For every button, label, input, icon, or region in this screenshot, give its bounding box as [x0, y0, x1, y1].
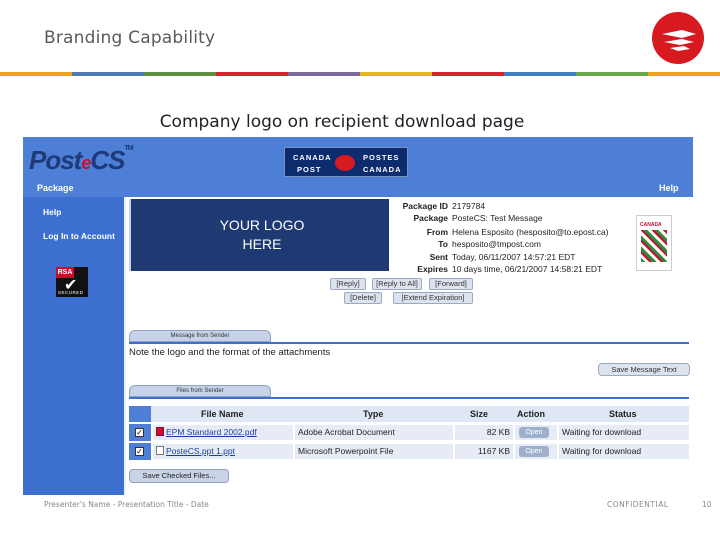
- open-button[interactable]: Open: [519, 446, 549, 457]
- stripe-segment: [504, 72, 576, 76]
- stripe-segment: [648, 72, 720, 76]
- stripe-segment: [288, 72, 360, 76]
- app-header: PosteCSTM CANADA POSTES POST CANADA: [23, 137, 693, 181]
- col-size: Size: [470, 409, 489, 419]
- col-file-name: File Name: [201, 409, 244, 419]
- extend-expiration-button[interactable]: [Extend Expiration]: [393, 292, 473, 304]
- file-link[interactable]: PosteCS.ppt 1.ppt: [166, 446, 235, 456]
- row-checkbox[interactable]: ✓: [129, 424, 151, 441]
- rsa-secured-badge: RSA ✔ SECURED: [56, 267, 88, 297]
- slide-caption: Company logo on recipient download page: [159, 112, 525, 132]
- canada-post-banner-logo: CANADA POSTES POST CANADA: [284, 147, 408, 177]
- stripe-segment: [360, 72, 432, 76]
- reply-all-button[interactable]: [Reply to All]: [372, 278, 422, 290]
- sidebar: Help Log In to Account RSA ✔ SECURED: [23, 197, 124, 495]
- table-row: ✓ PosteCS.ppt 1.ppt Microsoft Powerpoint…: [129, 443, 689, 460]
- file-type: Adobe Acrobat Document: [295, 425, 453, 440]
- slide-title: Branding Capability: [44, 28, 216, 48]
- package-name: Package PosteCS: Test Message: [413, 213, 543, 223]
- file-link[interactable]: EPM Standard 2002.pdf: [166, 427, 257, 437]
- message-text: Note the logo and the format of the atta…: [129, 347, 331, 358]
- page-number: 10: [702, 500, 712, 509]
- table-row: ✓ EPM Standard 2002.pdf Adobe Acrobat Do…: [129, 424, 689, 441]
- stripe-segment: [432, 72, 504, 76]
- eagle-icon: [335, 155, 355, 171]
- sidebar-item-help[interactable]: Help: [43, 207, 61, 217]
- eagle-icon: [662, 30, 696, 51]
- package-from: From Helena Esposito (hesposito@to.epost.…: [426, 227, 609, 237]
- pdf-icon: [156, 427, 164, 436]
- table-header: File Name Type Size Action Status: [129, 406, 689, 422]
- stripe-segment: [72, 72, 144, 76]
- package-sent: Sent Today, 06/11/2007 14:57:21 EDT: [429, 252, 576, 262]
- color-stripe: [0, 72, 720, 76]
- save-message-button[interactable]: Save Message Text: [598, 363, 690, 376]
- stripe-segment: [0, 72, 72, 76]
- row-checkbox[interactable]: ✓: [129, 443, 151, 460]
- canada-flag-badge: CANADA: [636, 215, 672, 271]
- tab-files-from-sender[interactable]: Files from Sender: [129, 385, 271, 397]
- sidebar-item-login[interactable]: Log In to Account: [43, 231, 115, 241]
- col-action: Action: [517, 409, 545, 419]
- footer-confidential: CONFIDENTIAL: [607, 500, 669, 509]
- tab-message-from-sender[interactable]: Message from Sender: [129, 330, 271, 342]
- reply-button[interactable]: [Reply]: [330, 278, 366, 290]
- file-size: 1167 KB: [455, 444, 513, 459]
- package-expires: Expires 10 days time, 06/21/2007 14:58:21…: [417, 264, 603, 274]
- stripe-segment: [144, 72, 216, 76]
- main-panel: YOUR LOGO HERE Package ID 2179784 Package…: [124, 197, 693, 495]
- package-id: Package ID 2179784: [402, 201, 486, 211]
- package-to: To hesposito@tmpost.com: [438, 239, 541, 249]
- nav-bar: Package Help: [23, 181, 693, 197]
- canada-post-logo: [652, 12, 704, 64]
- nav-help-link[interactable]: Help: [659, 183, 679, 193]
- footer-presenter: Presenter's Name - Presentation Title - …: [44, 500, 209, 509]
- stripe-segment: [576, 72, 648, 76]
- file-type: Microsoft Powerpoint File: [295, 444, 453, 459]
- forward-button[interactable]: [Forward]: [429, 278, 473, 290]
- delete-button[interactable]: [Delete]: [344, 292, 382, 304]
- file-status: Waiting for download: [559, 444, 689, 459]
- file-status: Waiting for download: [559, 425, 689, 440]
- download-page-screenshot: PosteCSTM CANADA POSTES POST CANADA Pack…: [23, 137, 693, 495]
- file-size: 82 KB: [455, 425, 513, 440]
- col-type: Type: [363, 409, 384, 419]
- logo-placeholder: YOUR LOGO HERE: [129, 199, 389, 271]
- poste-cs-logo: PosteCSTM: [29, 145, 134, 175]
- document-icon: [156, 446, 164, 455]
- col-status: Status: [609, 409, 637, 419]
- save-checked-files-button[interactable]: Save Checked Files...: [129, 469, 229, 483]
- nav-package: Package: [37, 183, 74, 193]
- open-button[interactable]: Open: [519, 427, 549, 438]
- stripe-segment: [216, 72, 288, 76]
